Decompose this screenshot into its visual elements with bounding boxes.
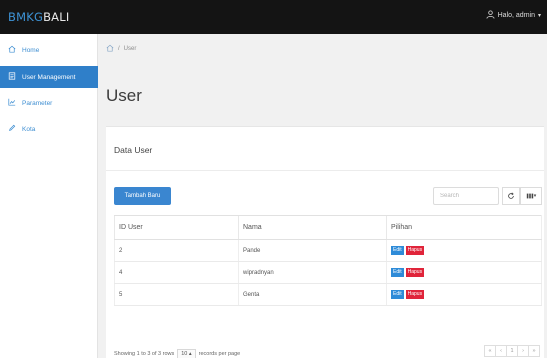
columns-toggle-button[interactable]: ▾ — [520, 187, 542, 205]
refresh-icon — [507, 187, 515, 205]
chart-icon — [8, 98, 16, 108]
cell-actions: Edit Hapus — [386, 283, 542, 306]
pencil-icon — [8, 124, 16, 134]
sidebar-item-user-management[interactable]: User Management — [0, 66, 98, 88]
brand-logo[interactable]: BMKGBALI — [8, 10, 69, 24]
chevron-down-icon: ▾ — [533, 193, 537, 199]
chevron-up-icon: ▴ — [188, 351, 192, 357]
sidebar-item-label: Home — [22, 46, 40, 54]
sidebar-item-kota[interactable]: Kota — [0, 118, 98, 140]
breadcrumb-separator: / — [118, 46, 120, 52]
card-title: Data User — [114, 145, 153, 155]
delete-button[interactable]: Hapus — [405, 290, 425, 299]
user-table: ID User Nama Pilihan 2 Pande Edit Hapus 4… — [114, 215, 542, 306]
sidebar-item-parameter[interactable]: Parameter — [0, 92, 98, 114]
column-header-name[interactable]: Nama — [238, 215, 387, 240]
refresh-button[interactable] — [502, 187, 520, 205]
brand-part-1: BMKG — [8, 10, 44, 24]
page-size-select[interactable]: 10 ▴ — [177, 349, 196, 358]
page-size-value: 10 — [181, 351, 188, 357]
delete-button[interactable]: Hapus — [405, 246, 425, 255]
pagination-info: Showing 1 to 3 of 3 rows 10 ▴ records pe… — [114, 349, 240, 358]
home-icon — [8, 45, 16, 55]
card-header: Data User — [106, 127, 544, 171]
column-header-actions: Pilihan — [386, 215, 542, 240]
user-menu[interactable]: Halo, admin ▾ — [486, 10, 541, 21]
cell-id: 2 — [114, 239, 239, 262]
page-title: User — [106, 86, 142, 105]
per-page-text: records per page — [198, 351, 241, 357]
columns-icon — [526, 187, 534, 205]
home-icon[interactable] — [106, 44, 114, 54]
data-user-card: Data User Tambah Baru ▾ ID User Nama Pil… — [106, 126, 544, 358]
chevron-down-icon: ▾ — [537, 13, 541, 19]
add-new-button[interactable]: Tambah Baru — [114, 187, 171, 205]
column-header-id[interactable]: ID User — [114, 215, 239, 240]
brand-part-2: BALI — [43, 10, 70, 24]
last-page-button[interactable]: » — [528, 345, 540, 357]
sidebar-item-label: Parameter — [22, 99, 53, 107]
edit-button[interactable]: Edit — [391, 290, 404, 299]
table-header-row: ID User Nama Pilihan — [114, 215, 542, 240]
sidebar-item-label: User Management — [22, 73, 76, 81]
edit-button[interactable]: Edit — [391, 268, 404, 277]
breadcrumb: / User — [98, 34, 547, 64]
cell-name: wipradnyan — [238, 261, 387, 284]
cell-actions: Edit Hapus — [386, 261, 542, 284]
cell-id: 4 — [114, 261, 239, 284]
users-icon — [8, 72, 16, 82]
delete-button[interactable]: Hapus — [405, 268, 425, 277]
user-icon — [486, 10, 495, 21]
pagination: « ‹ 1 › » — [484, 345, 540, 357]
breadcrumb-current: User — [123, 46, 137, 52]
sidebar: Home User Management Parameter Kota — [0, 34, 98, 358]
cell-actions: Edit Hapus — [386, 239, 542, 262]
top-navbar: BMKGBALI Halo, admin ▾ — [0, 0, 547, 34]
cell-name: Pande — [238, 239, 387, 262]
edit-button[interactable]: Edit — [391, 246, 404, 255]
sidebar-item-home[interactable]: Home — [0, 39, 98, 61]
search-input[interactable] — [433, 187, 499, 205]
table-row: 2 Pande Edit Hapus — [114, 239, 542, 262]
showing-text: Showing 1 to 3 of 3 rows — [114, 351, 175, 357]
sidebar-item-label: Kota — [22, 125, 36, 133]
user-greeting: Halo, admin — [497, 12, 535, 19]
cell-name: Genta — [238, 283, 387, 306]
cell-id: 5 — [114, 283, 239, 306]
table-row: 4 wipradnyan Edit Hapus — [114, 261, 542, 284]
table-row: 5 Genta Edit Hapus — [114, 283, 542, 306]
